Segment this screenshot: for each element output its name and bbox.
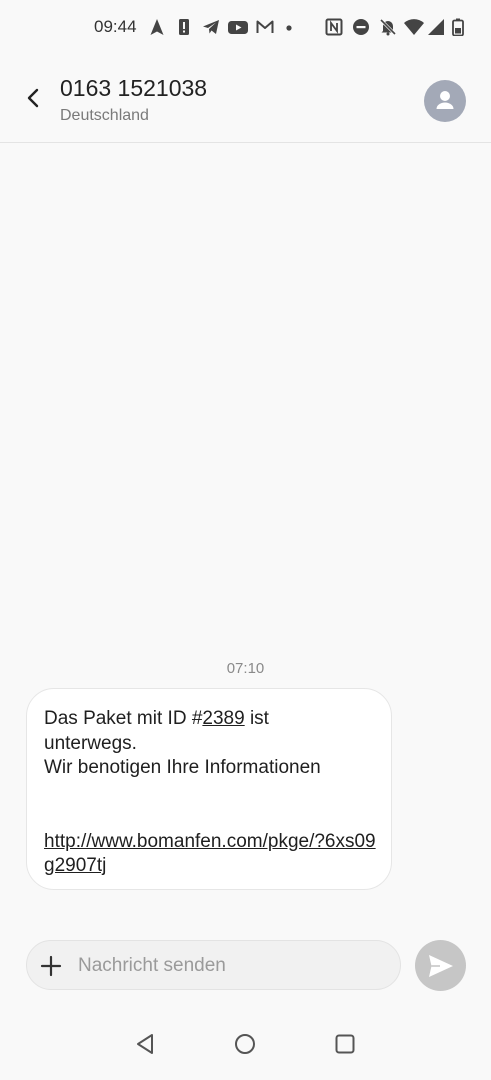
do-not-disturb-icon bbox=[352, 18, 370, 36]
contact-avatar[interactable] bbox=[424, 80, 466, 122]
message-blank-lines bbox=[44, 781, 377, 830]
person-icon bbox=[436, 91, 454, 109]
mute-icon bbox=[379, 18, 397, 36]
square-recents-icon bbox=[335, 1034, 355, 1054]
contact-number: 0163 1521038 bbox=[60, 75, 208, 101]
back-arrow-icon bbox=[27, 88, 39, 108]
nav-recents-button[interactable] bbox=[333, 1032, 357, 1056]
battery-icon bbox=[451, 18, 465, 36]
send-button[interactable] bbox=[415, 940, 466, 991]
message-line-1: Das Paket mit ID #2389 ist bbox=[44, 707, 377, 732]
youtube-icon bbox=[228, 18, 248, 36]
message-bubble[interactable]: Das Paket mit ID #2389 ist unterwegs. Wi… bbox=[26, 688, 392, 890]
circle-home-icon bbox=[235, 1034, 255, 1054]
message-url-link[interactable]: http://www.bomanfen.com/pkge/?6xs09g2907… bbox=[44, 831, 376, 877]
navigation-icon bbox=[148, 18, 166, 36]
attach-button[interactable] bbox=[39, 954, 63, 978]
message-line-3: Wir benotigen Ihre Informationen bbox=[44, 757, 321, 778]
status-time: 09:44 bbox=[94, 17, 137, 36]
contact-region: Deutschland bbox=[60, 107, 149, 124]
nav-back-button[interactable] bbox=[134, 1032, 158, 1056]
message-text: Das Paket mit ID # bbox=[44, 708, 203, 729]
message-id-link[interactable]: 2389 bbox=[202, 708, 244, 729]
message-timestamp: 07:10 bbox=[226, 660, 265, 677]
alert-icon bbox=[175, 18, 193, 36]
message-text: ist bbox=[244, 708, 269, 729]
send-icon bbox=[429, 955, 453, 977]
nfc-icon bbox=[325, 18, 343, 36]
dot-icon bbox=[284, 18, 294, 36]
signal-icon bbox=[427, 18, 445, 36]
plus-icon bbox=[40, 955, 62, 977]
back-button[interactable] bbox=[18, 83, 48, 113]
wifi-icon bbox=[404, 18, 424, 36]
telegram-icon bbox=[202, 18, 220, 36]
compose-placeholder: Nachricht senden bbox=[78, 955, 226, 976]
status-bar: 09:44 bbox=[0, 0, 491, 56]
conversation-header: 0163 1521038 Deutschland bbox=[0, 56, 491, 143]
message-compose-field[interactable]: Nachricht senden bbox=[26, 940, 401, 990]
gmail-icon bbox=[256, 18, 274, 36]
triangle-back-icon bbox=[137, 1034, 153, 1054]
nav-home-button[interactable] bbox=[233, 1032, 257, 1056]
message-line-2: unterwegs. bbox=[44, 732, 137, 754]
